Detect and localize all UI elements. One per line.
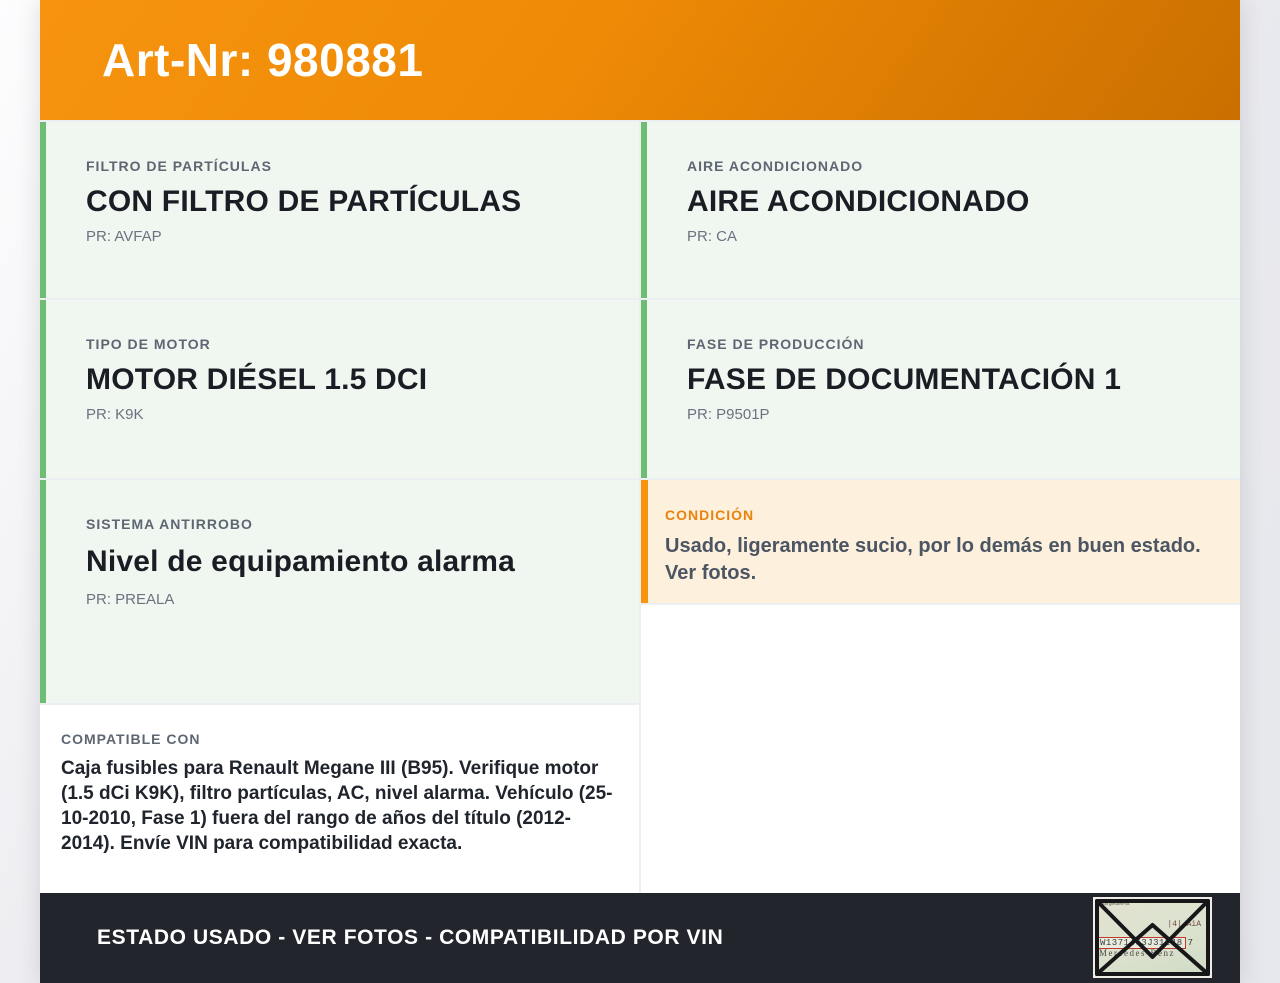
card-value: MOTOR DIÉSEL 1.5 DCI [86, 363, 428, 396]
card-pr-code: PR: AVFAP [86, 228, 162, 245]
card-pr-code: PR: PREALA [86, 591, 175, 608]
card-value: Nivel de equipamiento alarma [86, 545, 516, 578]
card-label: COMPATIBLE CON [61, 731, 201, 747]
card-label: TIPO DE MOTOR [86, 336, 211, 352]
right-column: AIRE ACONDICIONADO AIRE ACONDICIONADO PR… [641, 122, 1240, 893]
condition-label: CONDICIÓN [665, 507, 755, 523]
card-aire-acondicionado: AIRE ACONDICIONADO AIRE ACONDICIONADO PR… [641, 122, 1240, 298]
condition-text: Usado, ligeramente sucio, por lo demás e… [665, 535, 1201, 584]
card-label: SISTEMA ANTIRROBO [86, 516, 253, 532]
footer-banner: ESTADO USADO - VER FOTOS - COMPATIBILIDA… [40, 893, 1240, 983]
compatibility-text: Caja fusibles para Renault Megane III (B… [61, 758, 613, 854]
envelope-icon [1095, 899, 1210, 976]
card-label: FILTRO DE PARTÍCULAS [86, 158, 272, 174]
header: Art-Nr: 980881 [40, 0, 1240, 120]
page-title: Art-Nr: 980881 [102, 34, 424, 86]
card-fase-produccion: FASE DE PRODUCCIÓN FASE DE DOCUMENTACIÓN… [641, 300, 1240, 478]
card-pr-code: PR: CA [687, 228, 738, 245]
card-tipo-motor: TIPO DE MOTOR MOTOR DIÉSEL 1.5 DCI PR: K… [40, 300, 639, 478]
footer-text: ESTADO USADO - VER FOTOS - COMPATIBILIDA… [97, 926, 724, 949]
attributes-grid: FILTRO DE PARTÍCULAS CON FILTRO DE PARTÍ… [40, 120, 1240, 893]
card-value: FASE DE DOCUMENTACIÓN 1 [687, 363, 1122, 396]
vin-document-photo: Fahrgestell-Nr. |4| AiA W1371463J31248 7 … [1093, 897, 1212, 978]
left-column: FILTRO DE PARTÍCULAS CON FILTRO DE PARTÍ… [40, 122, 639, 893]
card-value: CON FILTRO DE PARTÍCULAS [86, 185, 522, 218]
card-label: AIRE ACONDICIONADO [687, 158, 864, 174]
product-card: Art-Nr: 980881 FILTRO DE PARTÍCULAS CON … [40, 0, 1240, 983]
card-filtro-particulas: FILTRO DE PARTÍCULAS CON FILTRO DE PARTÍ… [40, 122, 639, 298]
card-label: FASE DE PRODUCCIÓN [687, 336, 865, 352]
card-pr-code: PR: P9501P [687, 406, 770, 423]
card-value: AIRE ACONDICIONADO [687, 185, 1030, 218]
card-sistema-antirrobo: SISTEMA ANTIRROBO Nivel de equipamiento … [40, 480, 639, 703]
card-pr-code: PR: K9K [86, 406, 144, 423]
empty-area [641, 605, 1240, 893]
card-compatible-con: COMPATIBLE CON Caja fusibles para Renaul… [40, 705, 639, 893]
card-condicion: CONDICIÓN Usado, ligeramente sucio, por … [641, 480, 1240, 603]
